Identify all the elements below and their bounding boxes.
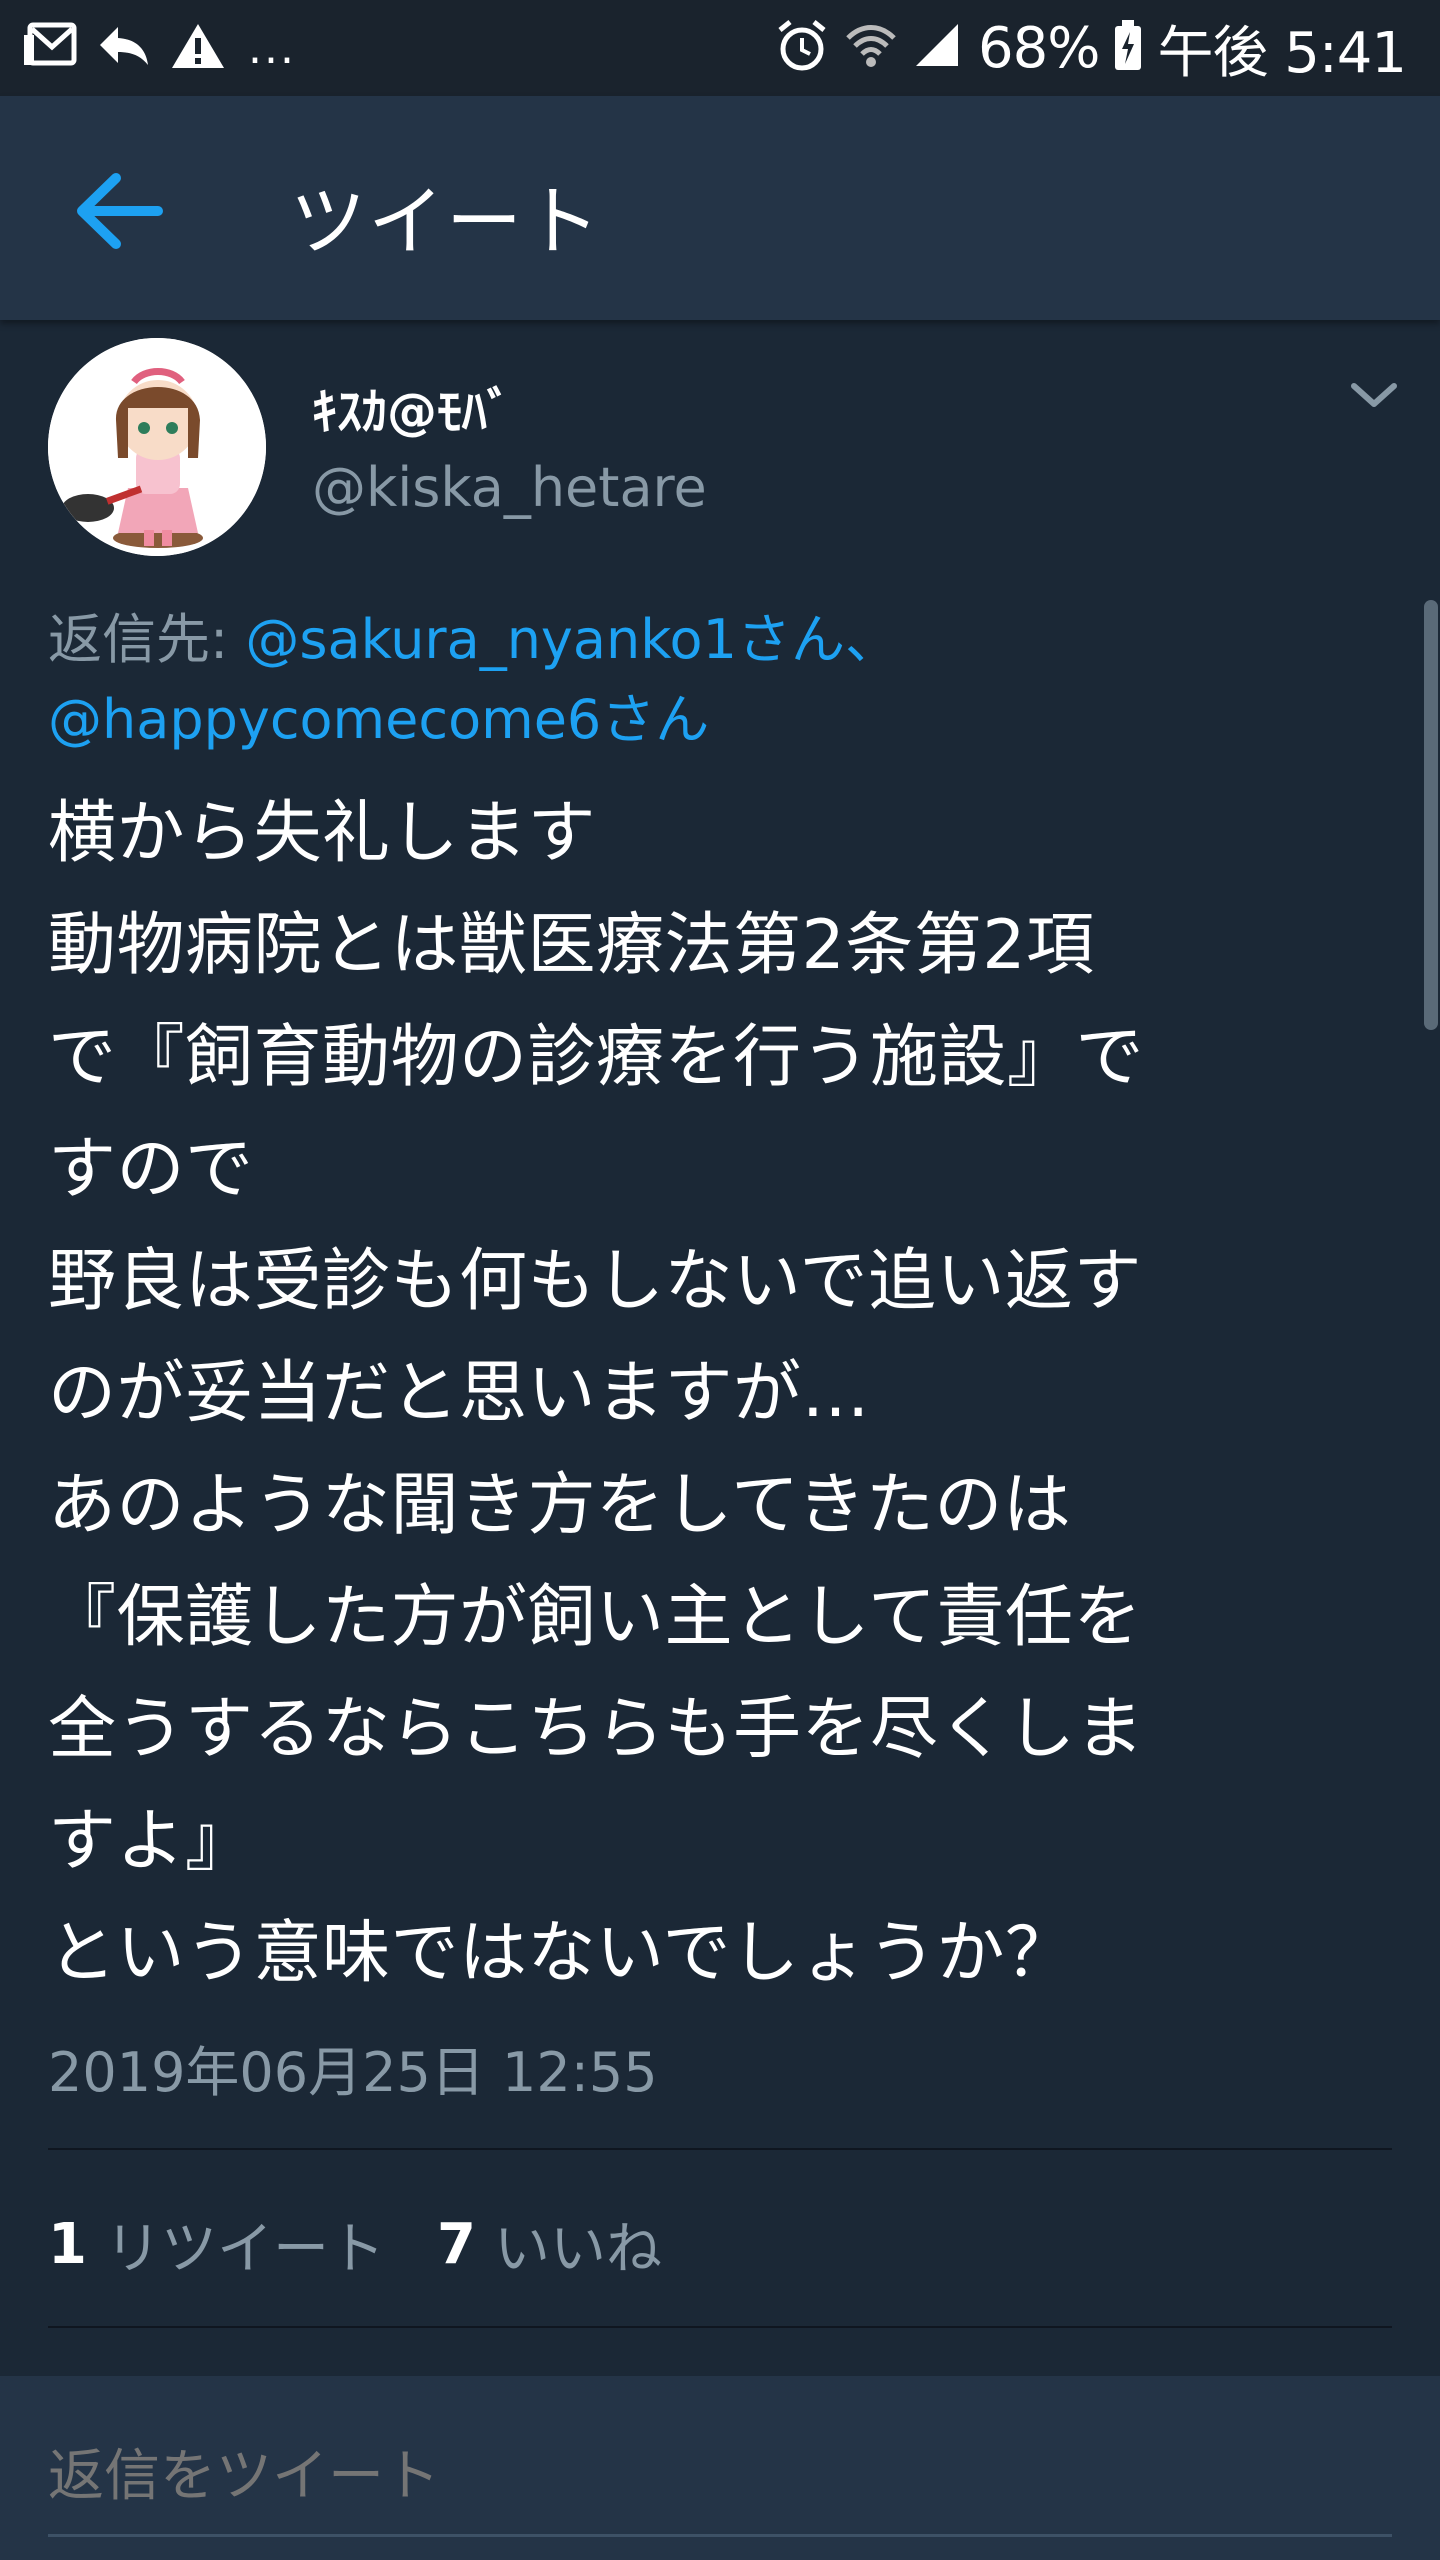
- reply-input-underline: [48, 2534, 1392, 2537]
- battery-icon: [1113, 18, 1143, 78]
- divider: [48, 2326, 1392, 2328]
- more-notifications-indicator: ...: [248, 22, 296, 74]
- reply-input[interactable]: [48, 2436, 1392, 2516]
- avatar-image: [48, 338, 266, 556]
- page-title: ツイート: [290, 177, 602, 266]
- battery-percent: 68%: [977, 15, 1100, 81]
- display-name[interactable]: ｷｽｶ@ﾓﾊﾞ: [312, 372, 512, 444]
- wifi-icon: [844, 18, 898, 78]
- like-count[interactable]: 7: [437, 2212, 476, 2277]
- mail-icon: [22, 21, 78, 75]
- signal-icon: [912, 18, 964, 78]
- chevron-down-icon: [1351, 383, 1397, 407]
- alarm-icon: [774, 18, 830, 78]
- clock: 午後 5:41: [1157, 20, 1407, 86]
- reply-to-label: 返信先:: [48, 608, 246, 671]
- mention-link[interactable]: @sakura_nyanko1さん、: [245, 608, 899, 671]
- app-bar: ツイート: [0, 96, 1440, 320]
- status-bar: ... 68% 午後 5:41: [0, 0, 1440, 96]
- retweet-label[interactable]: リツイート: [105, 2204, 385, 2285]
- back-button[interactable]: [70, 166, 170, 256]
- notification-icons: ...: [22, 18, 296, 78]
- reply-to: 返信先: @sakura_nyanko1さん、 @happycomecome6さ…: [48, 600, 1388, 760]
- reply-icon: [96, 21, 152, 75]
- system-icons: 68% 午後 5:41: [774, 12, 1407, 86]
- scrollbar[interactable]: [1424, 600, 1438, 1030]
- tweet-timestamp: 2019年06月25日 12:55: [48, 2041, 658, 2104]
- divider: [48, 2148, 1392, 2150]
- reply-bar: [0, 2376, 1440, 2560]
- tweet-text: 横から失礼します 動物病院とは獣医療法第2条第2項 で『飼育動物の診療を行う施設…: [48, 794, 1145, 1993]
- warning-icon: [170, 21, 226, 75]
- avatar[interactable]: [48, 338, 266, 556]
- arrow-left-icon: [77, 173, 163, 249]
- tweet-menu-button[interactable]: [1344, 370, 1404, 420]
- user-handle[interactable]: @kiska_hetare: [312, 456, 707, 519]
- retweet-count[interactable]: 1: [48, 2212, 87, 2277]
- like-label[interactable]: いいね: [494, 2204, 662, 2285]
- tweet-stats: 1 リツイート 7 いいね: [48, 2204, 662, 2284]
- mention-link[interactable]: @happycomecome6さん: [48, 688, 709, 751]
